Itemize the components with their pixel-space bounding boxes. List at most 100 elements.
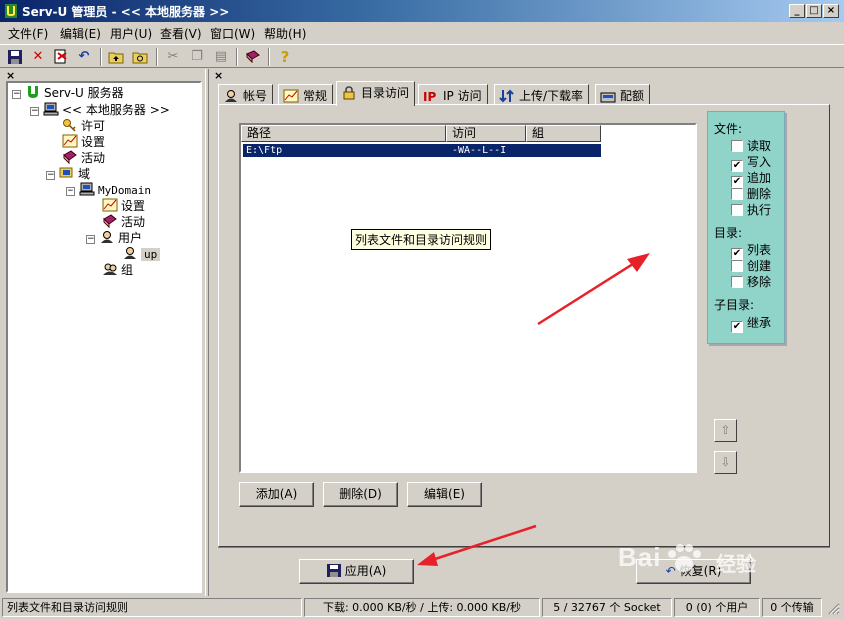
toolbar-separator	[236, 48, 238, 66]
menu-window[interactable]: 窗口(W)	[210, 25, 255, 42]
folder-up-icon[interactable]	[106, 47, 126, 67]
undo-icon[interactable]: ↶	[74, 47, 94, 67]
reset-button[interactable]: ↶ 恢复(R)	[636, 559, 751, 584]
collapse-icon[interactable]: −	[86, 235, 95, 244]
checkbox-delete[interactable]: 删除	[731, 187, 771, 201]
tree-label: 活动	[81, 151, 106, 165]
close-button[interactable]: ×	[823, 4, 839, 18]
tab-transfer-rate[interactable]: 上传/下载率	[494, 84, 590, 105]
tree-node-settings[interactable]: 设置	[62, 134, 105, 150]
cut-icon[interactable]: ✂	[163, 47, 183, 67]
lock-icon	[343, 86, 355, 100]
checkbox-inherit[interactable]: ✔ 继承	[731, 316, 771, 333]
user-properties-pane: × 帐号 常规 目录访问 IP IP 访问 上传/下载率 配额 路径 访问 組 E…	[210, 69, 844, 596]
cut-user-icon[interactable]	[51, 47, 71, 67]
resize-grip-icon[interactable]	[826, 601, 840, 615]
settings-chart-icon	[102, 198, 118, 212]
checkbox-read[interactable]: 读取	[731, 139, 771, 153]
checkbox-list[interactable]: ✔ 列表	[731, 243, 771, 260]
edit-button[interactable]: 编辑(E)	[407, 482, 482, 507]
tab-label: 帐号	[243, 89, 268, 103]
delete-icon[interactable]: ✕	[28, 47, 48, 67]
tab-directory-access[interactable]: 目录访问	[336, 81, 416, 106]
tree-node-users[interactable]: − 用户	[86, 230, 142, 246]
tab-quota[interactable]: 配额	[595, 84, 651, 105]
tree-label: 设置	[121, 199, 146, 213]
save-icon[interactable]	[5, 47, 25, 67]
settings-chart-icon	[283, 89, 299, 103]
check-box[interactable]	[731, 276, 743, 288]
add-button[interactable]: 添加(A)	[239, 482, 314, 507]
help-icon[interactable]: ?	[275, 47, 295, 67]
check-box[interactable]	[731, 204, 743, 216]
tab-account[interactable]: 帐号	[218, 84, 274, 105]
collapse-icon[interactable]: −	[12, 90, 21, 99]
copy-icon[interactable]: ❐	[187, 47, 207, 67]
tree-node-domains[interactable]: − 域	[46, 166, 90, 182]
dirs-group-label: 目录:	[714, 226, 743, 240]
checkbox-remove[interactable]: 移除	[731, 275, 771, 289]
move-up-button[interactable]: ⇧	[714, 419, 737, 442]
server-tree[interactable]: − Serv-U 服务器 − << 本地服务器 >> 许可 设置 活动 − 域 − My…	[6, 81, 202, 593]
check-box[interactable]	[731, 260, 743, 272]
check-box[interactable]: ✔	[731, 321, 743, 333]
tree-node-domain-activity[interactable]: 活动	[102, 214, 145, 230]
tree-node-local-server[interactable]: − << 本地服务器 >>	[30, 102, 170, 118]
folder-refresh-icon[interactable]	[130, 47, 150, 67]
apply-button[interactable]: 应用(A)	[299, 559, 414, 584]
tree-node-servu[interactable]: − Serv-U 服务器	[12, 85, 124, 101]
tree-pane: × − Serv-U 服务器 − << 本地服务器 >> 许可 设置 活动 − 域 −…	[0, 69, 205, 596]
transfer-arrows-icon	[499, 89, 514, 103]
check-box[interactable]	[731, 140, 743, 152]
undo-icon: ↶	[665, 564, 676, 578]
tree-node-domain-settings[interactable]: 设置	[102, 198, 145, 214]
group-icon	[103, 263, 117, 275]
tab-general[interactable]: 常规	[278, 84, 334, 105]
minimize-button[interactable]: _	[789, 4, 805, 18]
tree-label: MyDomain	[98, 184, 151, 197]
book-icon[interactable]	[243, 47, 263, 67]
tree-node-groups[interactable]: 组	[102, 262, 133, 278]
tree-node-user-up[interactable]: up	[122, 246, 161, 262]
delete-button[interactable]: 删除(D)	[323, 482, 398, 507]
menu-help[interactable]: 帮助(H)	[264, 25, 306, 42]
table-row[interactable]: E:\Ftp -WA--L--I	[243, 144, 601, 157]
menu-view[interactable]: 查看(V)	[160, 25, 202, 42]
pane-splitter[interactable]	[205, 69, 209, 596]
key-icon	[63, 119, 76, 132]
collapse-icon[interactable]: −	[66, 187, 75, 196]
directory-list[interactable]: 路径 访问 組 E:\Ftp -WA--L--I 列表文件和目录访问规则	[239, 123, 697, 473]
column-header-access[interactable]: 访问	[446, 125, 526, 142]
menu-user[interactable]: 用户(U)	[110, 25, 152, 42]
move-down-button[interactable]: ⇩	[714, 451, 737, 474]
tree-label: 活动	[121, 215, 146, 229]
checkbox-label: 执行	[747, 203, 772, 217]
menu-edit[interactable]: 编辑(E)	[60, 25, 101, 42]
paste-icon[interactable]: ▤	[211, 47, 231, 67]
tree-node-license[interactable]: 许可	[62, 118, 105, 134]
toolbar-separator	[268, 48, 270, 66]
checkbox-execute[interactable]: 执行	[731, 203, 771, 217]
check-box[interactable]	[731, 188, 743, 200]
tab-label: IP 访问	[443, 89, 482, 103]
maximize-button[interactable]: □	[806, 4, 822, 18]
checkbox-label: 追加	[747, 171, 772, 185]
checkbox-create[interactable]: 创建	[731, 259, 771, 273]
collapse-icon[interactable]: −	[30, 107, 39, 116]
tree-node-activity[interactable]: 活动	[62, 150, 105, 166]
tree-label: up	[141, 248, 161, 261]
tree-node-mydomain[interactable]: − MyDomain	[66, 182, 151, 198]
toolbar: ✕ ↶ ✂ ❐ ▤ ?	[0, 44, 844, 68]
users-icon	[101, 231, 113, 243]
collapse-icon[interactable]: −	[46, 171, 55, 180]
column-header-group[interactable]: 組	[526, 125, 601, 142]
files-group-label: 文件:	[714, 122, 743, 136]
tab-ip-access[interactable]: IP IP 访问	[418, 84, 488, 105]
tab-label: 目录访问	[361, 86, 410, 100]
checkbox-write[interactable]: ✔ 写入	[731, 155, 771, 172]
menu-file[interactable]: 文件(F)	[8, 25, 48, 42]
checkbox-append[interactable]: ✔ 追加	[731, 171, 772, 188]
tooltip: 列表文件和目录访问规则	[351, 229, 492, 250]
column-header-path[interactable]: 路径	[241, 125, 446, 142]
user-icon	[124, 247, 136, 259]
